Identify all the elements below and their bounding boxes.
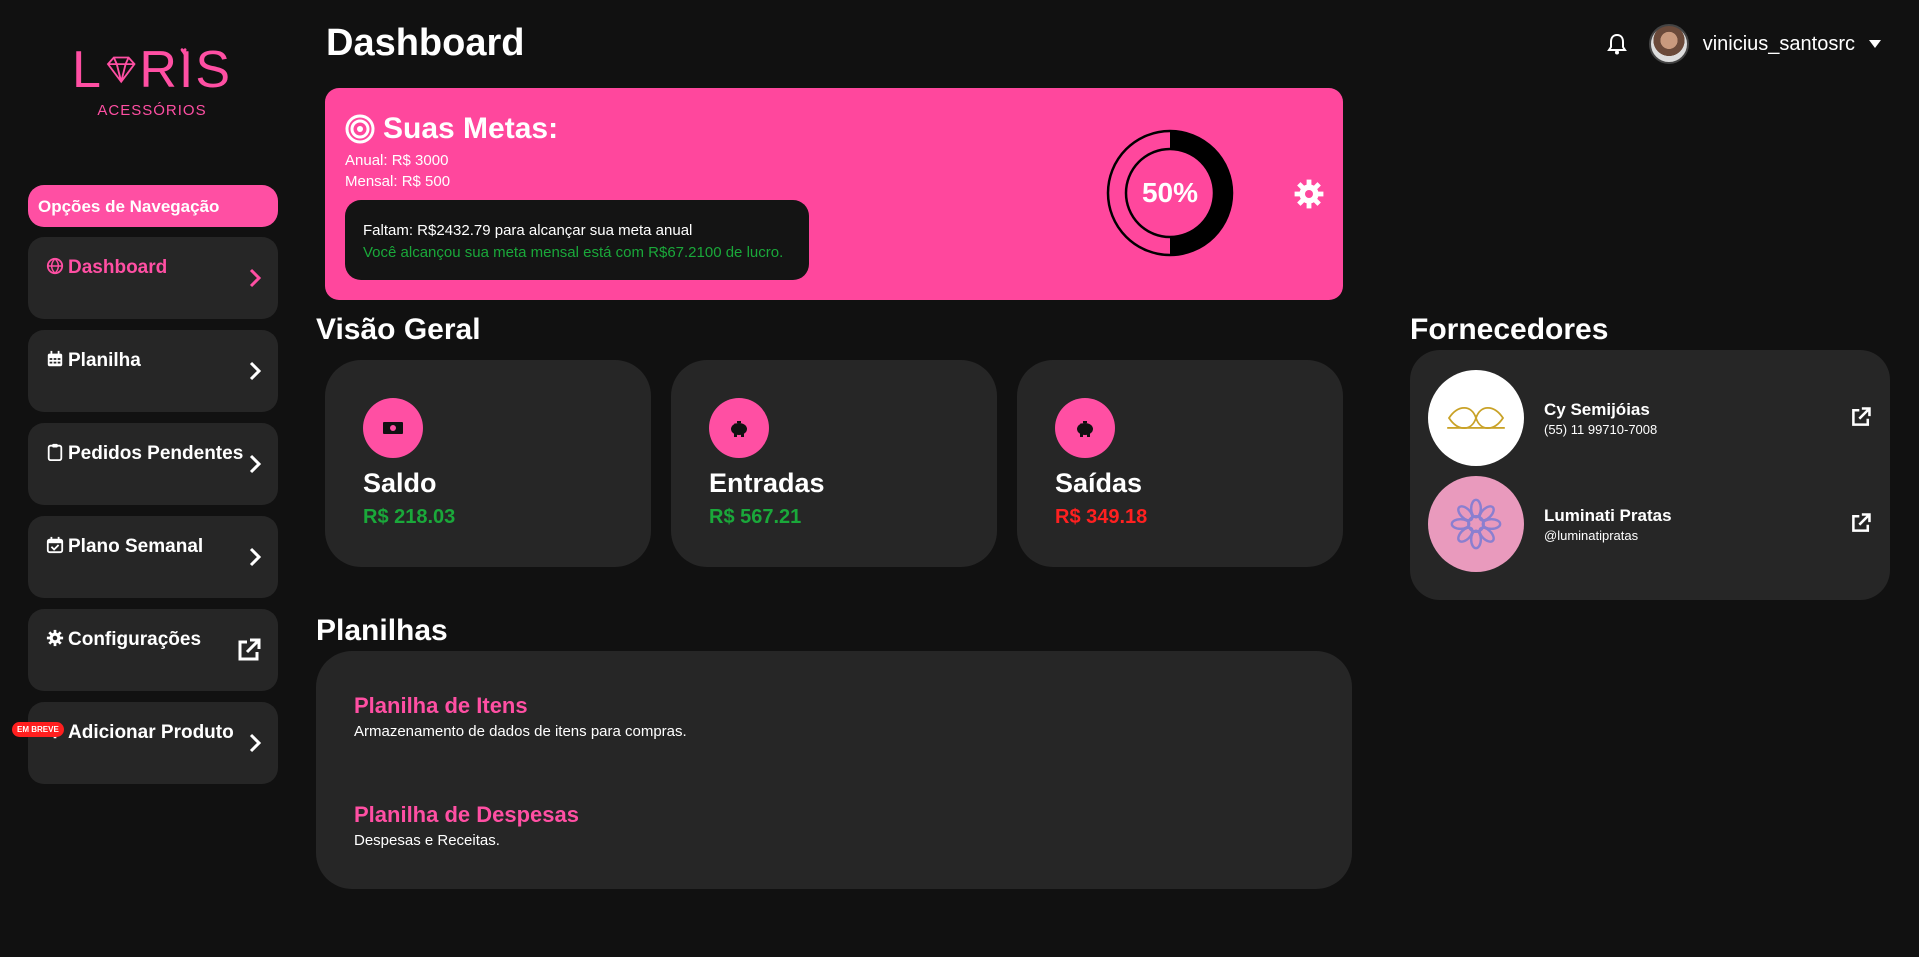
goal-progress-label: 50% — [1141, 177, 1199, 208]
stat-label: Saídas — [1055, 468, 1143, 498]
supplier-logo — [1428, 476, 1524, 572]
money-bill-icon — [363, 398, 423, 458]
goals-card: Suas Metas: Anual: R$ 3000 Mensal: R$ 50… — [325, 88, 1343, 300]
piggy-bank-icon — [709, 398, 769, 458]
sidebar-item-dashboard[interactable]: Dashboard — [28, 237, 278, 319]
target-icon — [345, 114, 375, 144]
sheet-desc: Armazenamento de dados de itens para com… — [354, 723, 687, 740]
sidebar-item-label: Adicionar Produto — [68, 722, 234, 743]
clipboard-icon — [47, 443, 63, 461]
sheets-card: Planilha de Itens Armazenamento de dados… — [316, 651, 1352, 889]
chevron-right-icon — [249, 733, 262, 753]
avatar[interactable] — [1648, 24, 1689, 64]
monthly-goal: Mensal: R$ 500 — [345, 173, 451, 190]
heart-icon: ♥ — [180, 44, 188, 58]
stat-card-entradas: Entradas R$ 567.21 — [671, 360, 997, 567]
stat-value: R$ 349.18 — [1055, 506, 1148, 528]
chevron-right-icon — [249, 454, 262, 474]
calendar-check-icon — [46, 536, 64, 554]
goal-status-box: Faltam: R$2432.79 para alcançar sua meta… — [345, 200, 809, 280]
goal-achieved: Você alcançou sua meta mensal está com R… — [363, 244, 784, 261]
sidebar-item-label: Pedidos Pendentes — [68, 443, 244, 464]
suppliers-title: Fornecedores — [1410, 313, 1609, 346]
goal-remaining: Faltam: R$2432.79 para alcançar sua meta… — [363, 222, 693, 239]
overview-title: Visão Geral — [316, 313, 481, 346]
sidebar-item-label: Planilha — [68, 350, 141, 371]
external-link-icon[interactable] — [1850, 512, 1872, 534]
logo-subtitle: ACESSÓRIOS — [97, 102, 207, 119]
sheet-link-itens[interactable]: Planilha de Itens — [354, 693, 528, 719]
stat-card-saidas: Saídas R$ 349.18 — [1017, 360, 1343, 567]
sidebar-item-label: Plano Semanal — [68, 536, 204, 557]
sidebar-item-plano-semanal[interactable]: Plano Semanal — [28, 516, 278, 598]
goals-title: Suas Metas: — [345, 112, 558, 146]
external-link-icon[interactable] — [1850, 406, 1872, 428]
username[interactable]: vinicius_santosrc — [1703, 33, 1855, 56]
gear-icon — [46, 629, 64, 647]
annual-goal: Anual: R$ 3000 — [345, 152, 449, 169]
supplier-name: Luminati Pratas — [1544, 506, 1672, 525]
sidebar-item-adicionar-produto[interactable]: EM BREVE Adicionar Produto — [12, 702, 278, 784]
sidebar-item-label: Dashboard — [68, 257, 168, 278]
supplier-logo — [1428, 370, 1524, 466]
gear-icon[interactable] — [1293, 178, 1325, 210]
calendar-icon — [47, 350, 63, 367]
supplier-contact: @luminatipratas — [1544, 528, 1639, 543]
diamond-icon — [106, 56, 136, 84]
stat-label: Saldo — [363, 468, 437, 498]
sidebar-item-pedidos-pendentes[interactable]: Pedidos Pendentes — [28, 423, 278, 505]
supplier-name: Cy Semijóias — [1544, 400, 1650, 419]
globe-icon — [46, 257, 64, 275]
stat-value: R$ 567.21 — [709, 506, 802, 528]
external-link-icon — [238, 638, 261, 661]
sheets-title: Planilhas — [316, 614, 448, 647]
flower-logo-icon — [1450, 498, 1502, 550]
chevron-right-icon — [249, 547, 262, 567]
supplier-contact: (55) 11 99710-7008 — [1544, 422, 1658, 437]
caret-down-icon[interactable] — [1869, 40, 1881, 48]
stat-label: Entradas — [709, 468, 825, 498]
piggy-bank-icon — [1055, 398, 1115, 458]
brand-logo: ♥ L RIS ACESSÓRIOS — [72, 44, 232, 134]
chevron-right-icon — [249, 268, 262, 288]
page-title: Dashboard — [326, 22, 525, 64]
sidebar-item-configuracoes[interactable]: Configurações — [28, 609, 278, 691]
coming-soon-badge: EM BREVE — [12, 722, 64, 737]
sheet-link-despesas[interactable]: Planilha de Despesas — [354, 802, 579, 828]
stat-card-saldo: Saldo R$ 218.03 — [325, 360, 651, 567]
supplier-logo-mark — [1447, 406, 1505, 430]
sidebar-item-label: Configurações — [68, 629, 202, 650]
nav-header: Opções de Navegação — [28, 185, 278, 227]
sheet-desc: Despesas e Receitas. — [354, 832, 500, 849]
stat-value: R$ 218.03 — [363, 506, 456, 528]
sidebar-item-planilha[interactable]: Planilha — [28, 330, 278, 412]
chevron-right-icon — [249, 361, 262, 381]
suppliers-card: Cy Semijóias (55) 11 99710-7008 Luminati… — [1410, 350, 1890, 600]
bell-icon[interactable] — [1606, 33, 1627, 55]
logo-wordmark: L RIS — [72, 41, 232, 99]
user-menu: vinicius_santosrc — [1606, 24, 1881, 64]
